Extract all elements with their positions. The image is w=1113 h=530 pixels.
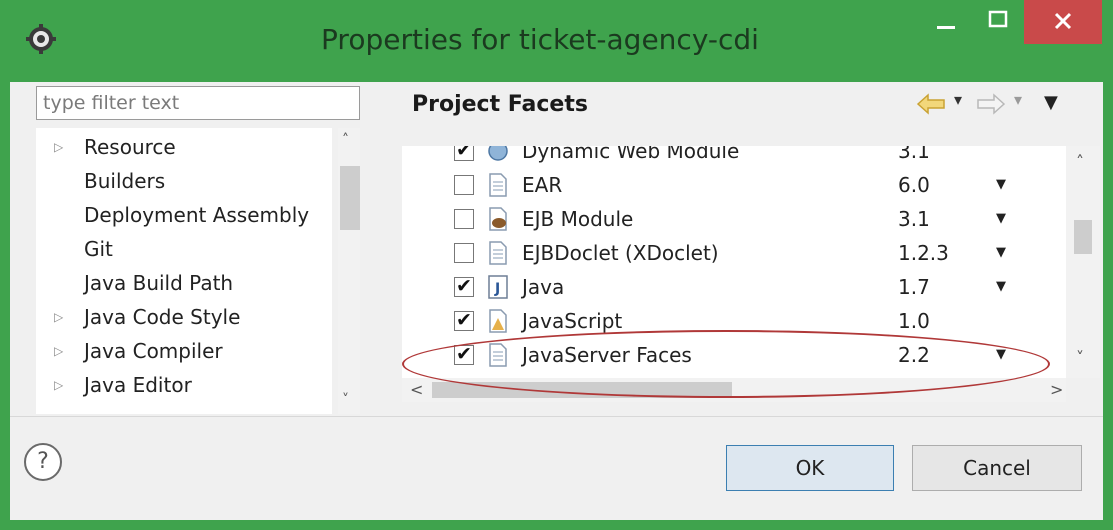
version-dropdown-icon[interactable]: ▼ bbox=[996, 340, 1006, 370]
web-module-icon bbox=[486, 146, 510, 164]
close-icon bbox=[1054, 12, 1072, 30]
document-icon bbox=[486, 342, 510, 368]
facet-row[interactable]: ✔ J Java 1.7 ▼ bbox=[402, 270, 1052, 304]
filter-input[interactable] bbox=[36, 86, 360, 120]
sidebar-scrollbar[interactable]: ˄ ˅ bbox=[338, 128, 360, 414]
properties-dialog-window: Properties for ticket-agency-cdi ▷ Resour… bbox=[0, 0, 1113, 530]
sidebar-item-label: Java Build Path bbox=[84, 271, 234, 295]
facet-row[interactable]: ✔ Dynamic Web Module 3.1 bbox=[402, 146, 1052, 168]
facet-version[interactable]: 1.0 bbox=[898, 304, 930, 338]
close-button[interactable] bbox=[1024, 0, 1102, 44]
facet-name: Dynamic Web Module bbox=[522, 146, 740, 163]
scroll-right-icon[interactable]: > bbox=[1050, 378, 1063, 402]
expand-arrow-icon[interactable]: ▷ bbox=[54, 368, 68, 402]
scrollbar-thumb[interactable] bbox=[1074, 220, 1092, 254]
window-title: Properties for ticket-agency-cdi bbox=[321, 23, 759, 56]
minimize-icon bbox=[937, 26, 955, 29]
checkmark-icon: ✔ bbox=[456, 309, 472, 331]
sidebar-item-label: Java Code Style bbox=[84, 305, 241, 329]
facet-row[interactable]: EJBDoclet (XDoclet) 1.2.3 ▼ bbox=[402, 236, 1052, 270]
facet-checkbox[interactable] bbox=[454, 243, 474, 263]
javascript-icon bbox=[486, 308, 510, 334]
document-icon bbox=[486, 240, 510, 266]
scroll-up-icon[interactable]: ˄ bbox=[342, 132, 349, 148]
maximize-icon bbox=[988, 10, 1008, 28]
facet-checkbox[interactable] bbox=[454, 175, 474, 195]
checkmark-icon: ✔ bbox=[456, 343, 472, 365]
java-icon: J bbox=[486, 274, 510, 300]
facet-row[interactable]: ✔ JavaServer Faces 2.2 ▼ bbox=[402, 338, 1052, 372]
version-dropdown-icon[interactable]: ▼ bbox=[996, 238, 1006, 268]
sidebar-item-label: Java Editor bbox=[84, 373, 192, 397]
property-page-tree[interactable]: ▷ Resource Builders Deployment Assembly Git J… bbox=[36, 128, 332, 414]
title-bar[interactable]: Properties for ticket-agency-cdi bbox=[0, 0, 1113, 82]
facet-version[interactable]: 2.2 bbox=[898, 338, 930, 372]
facet-name: JavaServer Faces bbox=[522, 343, 692, 367]
facet-row[interactable]: EJB Module 3.1 ▼ bbox=[402, 202, 1052, 236]
minimize-button[interactable] bbox=[920, 0, 972, 44]
dialog-footer: ? OK Cancel bbox=[10, 417, 1103, 520]
ok-button[interactable]: OK bbox=[726, 445, 894, 491]
sidebar-item-label: Builders bbox=[84, 169, 166, 193]
expand-arrow-icon[interactable]: ▷ bbox=[54, 300, 68, 334]
expand-arrow-icon[interactable]: ▷ bbox=[54, 130, 68, 164]
scrollbar-thumb[interactable] bbox=[432, 382, 732, 398]
document-icon bbox=[486, 172, 510, 198]
facet-name: Java bbox=[522, 275, 565, 299]
facet-checkbox[interactable]: ✔ bbox=[454, 146, 474, 161]
facet-version[interactable]: 1.7 bbox=[898, 270, 930, 304]
scroll-down-icon[interactable]: ˅ bbox=[1076, 348, 1084, 367]
facet-version[interactable]: 3.1 bbox=[898, 202, 930, 236]
forward-menu-icon[interactable]: ▾ bbox=[1014, 90, 1022, 109]
ejb-bean-icon bbox=[486, 206, 510, 232]
sidebar-item-label: Git bbox=[84, 237, 113, 261]
facet-row[interactable]: EAR 6.0 ▼ bbox=[402, 168, 1052, 202]
version-dropdown-icon[interactable]: ▼ bbox=[996, 170, 1006, 200]
page-title: Project Facets bbox=[412, 92, 588, 117]
version-dropdown-icon[interactable]: ▼ bbox=[996, 204, 1006, 234]
eclipse-gear-icon[interactable] bbox=[26, 24, 56, 54]
facet-checkbox[interactable]: ✔ bbox=[454, 309, 474, 331]
dialog-body: ▷ Resource Builders Deployment Assembly Git J… bbox=[10, 82, 1103, 520]
maximize-button[interactable] bbox=[972, 0, 1024, 44]
facet-name: EJB Module bbox=[522, 207, 634, 231]
cancel-button[interactable]: Cancel bbox=[912, 445, 1082, 491]
facets-vertical-scrollbar[interactable]: ˄ ˅ bbox=[1066, 146, 1100, 378]
sidebar-item-label: Deployment Assembly bbox=[84, 203, 310, 227]
back-arrow-icon[interactable] bbox=[916, 92, 946, 116]
scroll-left-icon[interactable]: < bbox=[410, 378, 423, 402]
facet-checkbox[interactable]: ✔ bbox=[454, 343, 474, 365]
facet-checkbox[interactable] bbox=[454, 209, 474, 229]
facet-version[interactable]: 3.1 bbox=[898, 146, 930, 168]
facets-horizontal-scrollbar[interactable]: < > bbox=[402, 378, 1066, 402]
checkmark-icon: ✔ bbox=[456, 275, 472, 297]
expand-arrow-icon[interactable]: ▷ bbox=[54, 334, 68, 368]
facet-row[interactable]: ✔ JavaScript 1.0 bbox=[402, 304, 1052, 338]
view-menu-icon[interactable]: ▼ bbox=[1044, 92, 1058, 113]
facet-name: EAR bbox=[522, 173, 563, 197]
facet-version[interactable]: 6.0 bbox=[898, 168, 930, 202]
scroll-up-icon[interactable]: ˄ bbox=[1076, 152, 1084, 171]
back-menu-icon[interactable]: ▾ bbox=[954, 90, 962, 109]
facets-table[interactable]: ✔ Dynamic Web Module 3.1 EAR 6.0 ▼ EJB Module 3… bbox=[402, 146, 1066, 398]
scroll-down-icon[interactable]: ˅ bbox=[342, 392, 349, 408]
facet-version[interactable]: 1.2.3 bbox=[898, 236, 949, 270]
sidebar-item-label: Java Compiler bbox=[84, 339, 223, 363]
svg-text:J: J bbox=[494, 281, 500, 297]
facet-name: EJBDoclet (XDoclet) bbox=[522, 241, 719, 265]
checkmark-icon: ✔ bbox=[456, 146, 472, 161]
facet-name: JavaScript bbox=[522, 309, 623, 333]
version-dropdown-icon[interactable]: ▼ bbox=[996, 272, 1006, 302]
forward-arrow-icon[interactable] bbox=[976, 92, 1006, 116]
help-icon[interactable]: ? bbox=[24, 443, 62, 481]
facet-checkbox[interactable]: ✔ bbox=[454, 275, 474, 297]
sidebar-item-label: Resource bbox=[84, 135, 176, 159]
scrollbar-thumb[interactable] bbox=[340, 166, 360, 230]
project-facets-panel: Project Facets ▾ ▾ ▼ ✔ Dynamic Web Module… bbox=[386, 82, 1103, 416]
